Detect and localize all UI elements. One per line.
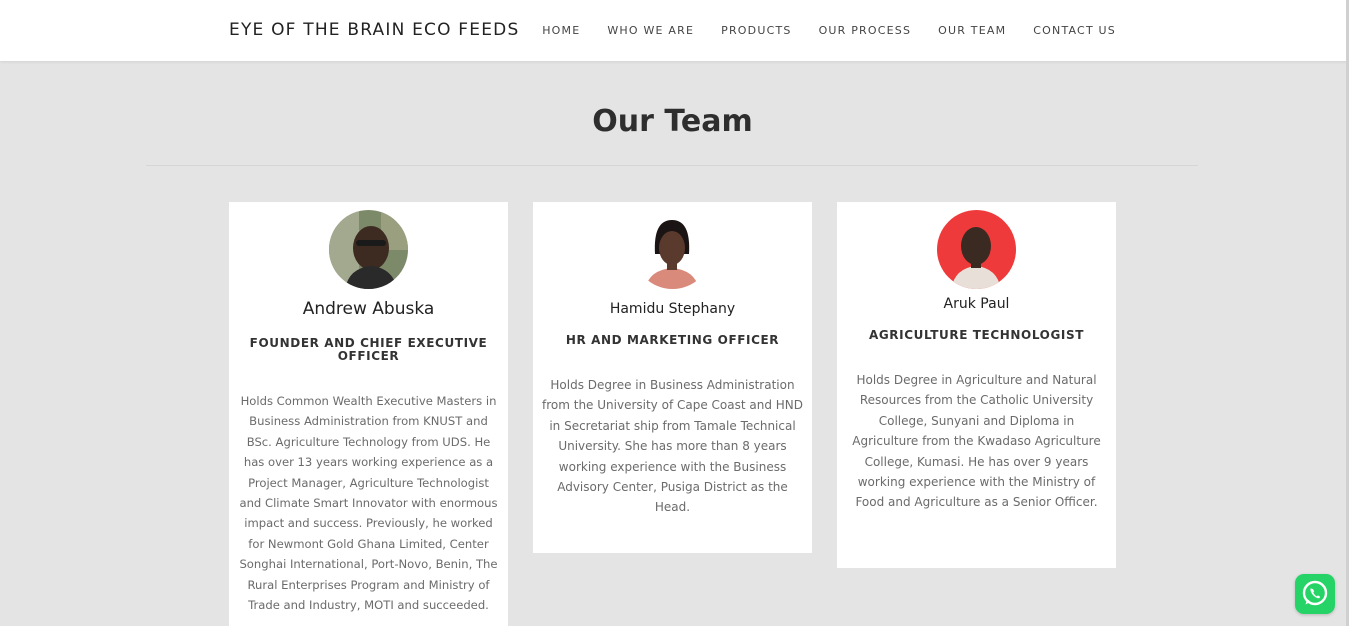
top-navbar: EYE OF THE BRAIN ECO FEEDS HOME WHO WE A… <box>0 0 1349 61</box>
whatsapp-icon <box>1302 580 1328 606</box>
section-title: Our Team <box>592 104 753 139</box>
nav-products[interactable]: PRODUCTS <box>721 24 791 37</box>
avatar <box>329 210 408 289</box>
member-bio: Holds Degree in Business Administration … <box>542 378 803 515</box>
member-role: HR AND MARKETING OFFICER <box>565 333 780 347</box>
whatsapp-button[interactable] <box>1295 574 1335 614</box>
avatar <box>937 210 1016 289</box>
site-brand[interactable]: EYE OF THE BRAIN ECO FEEDS <box>229 20 519 40</box>
member-bio: Holds Common Wealth Executive Masters in… <box>239 394 498 613</box>
nav-our-team[interactable]: OUR TEAM <box>938 24 1006 37</box>
team-card-aruk-paul: Aruk Paul AGRICULTURE TECHNOLOGIST Holds… <box>837 202 1116 568</box>
nav-who-we-are[interactable]: WHO WE ARE <box>607 24 694 37</box>
member-role: AGRICULTURE TECHNOLOGIST <box>868 328 1085 342</box>
team-card-andrew-abuska: Andrew Abuska FOUNDER AND CHIEF EXECUTIV… <box>229 202 508 626</box>
member-role: FOUNDER AND CHIEF EXECUTIVE OFFICER <box>249 336 488 363</box>
main-nav: HOME WHO WE ARE PRODUCTS OUR PROCESS OUR… <box>542 24 1116 37</box>
member-name: Andrew Abuska <box>302 299 435 319</box>
nav-our-process[interactable]: OUR PROCESS <box>819 24 912 37</box>
avatar <box>633 210 712 289</box>
member-name: Hamidu Stephany <box>609 301 736 317</box>
nav-home[interactable]: HOME <box>542 24 580 37</box>
member-bio: Holds Degree in Agriculture and Natural … <box>852 373 1101 510</box>
nav-contact-us[interactable]: CONTACT US <box>1033 24 1116 37</box>
member-name: Aruk Paul <box>943 296 1010 312</box>
team-card-hamidu-stephany: Hamidu Stephany HR AND MARKETING OFFICER… <box>533 202 812 553</box>
section-divider <box>146 165 1198 166</box>
